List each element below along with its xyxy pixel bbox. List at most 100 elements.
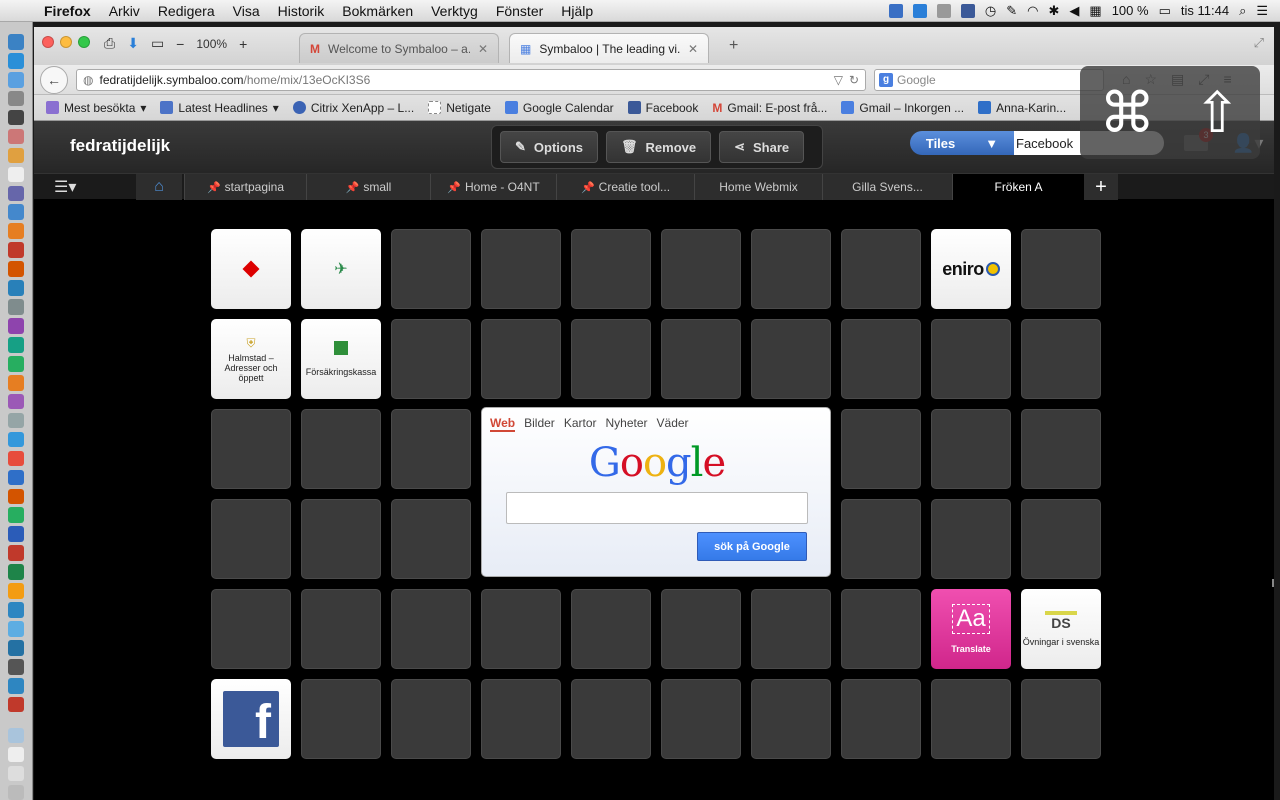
dock-app-icon[interactable] — [8, 469, 24, 486]
zoom-level[interactable]: 100% — [196, 37, 227, 51]
dock-app-icon[interactable] — [8, 223, 24, 240]
skype-icon[interactable] — [8, 677, 24, 694]
empty-tile[interactable] — [931, 679, 1011, 759]
spotlight-icon[interactable]: ⌕ — [1239, 3, 1246, 19]
browser-tab-symbaloo[interactable]: ▦ Symbaloo | The leading vi... ✕ — [509, 33, 709, 63]
empty-tile[interactable] — [391, 679, 471, 759]
empty-tile[interactable] — [841, 499, 921, 579]
empty-tile[interactable] — [931, 499, 1011, 579]
empty-tile[interactable] — [1021, 319, 1101, 399]
url-bar[interactable]: ◍ fedratijdelijk.symbaloo.com/home/mix/1… — [76, 68, 866, 91]
remove-button[interactable]: 🗑 Remove — [606, 131, 712, 163]
finder-icon[interactable] — [8, 34, 24, 50]
bookmark-item[interactable]: Anna-Karin... — [978, 101, 1066, 115]
share-button[interactable]: ⋖ Share — [719, 131, 805, 163]
dock-app-icon[interactable] — [8, 299, 24, 315]
dock-app-icon[interactable] — [8, 185, 24, 202]
empty-tile[interactable] — [751, 229, 831, 309]
acrobat-icon[interactable] — [8, 696, 24, 713]
dock-app-icon[interactable] — [8, 204, 24, 221]
dock-app-icon[interactable] — [8, 355, 24, 372]
tile-crown-heart[interactable] — [211, 229, 291, 309]
bookmark-item[interactable]: Google Calendar — [504, 101, 614, 115]
empty-tile[interactable] — [661, 319, 741, 399]
print-icon[interactable]: ⎙ — [104, 35, 115, 52]
empty-tile[interactable] — [391, 229, 471, 309]
empty-tile[interactable] — [571, 319, 651, 399]
menu-fonster[interactable]: Fönster — [487, 3, 552, 19]
google-tab-web[interactable]: Web — [490, 416, 516, 432]
empty-tile[interactable] — [751, 589, 831, 669]
dock-app-icon[interactable] — [8, 90, 24, 107]
back-button[interactable]: ← — [40, 65, 68, 94]
menu-arkiv[interactable]: Arkiv — [100, 3, 149, 19]
dock-app-icon[interactable] — [8, 318, 24, 334]
tile-facebook[interactable]: f — [211, 679, 291, 759]
firefox-icon[interactable] — [8, 450, 24, 467]
empty-tile[interactable] — [841, 679, 921, 759]
safari-icon[interactable] — [8, 71, 24, 88]
empty-tile[interactable] — [391, 319, 471, 399]
empty-tile[interactable] — [481, 679, 561, 759]
dock-app-icon[interactable] — [8, 602, 24, 618]
browser-tab-welcome[interactable]: M Welcome to Symbaloo – a... ✕ — [299, 33, 499, 63]
add-tab-button[interactable]: + — [1084, 174, 1118, 200]
dock-app-icon[interactable] — [8, 583, 24, 599]
empty-tile[interactable] — [931, 319, 1011, 399]
word-icon[interactable] — [8, 526, 24, 543]
empty-tile[interactable] — [301, 679, 381, 759]
empty-tile[interactable] — [1021, 679, 1101, 759]
tools-icon[interactable]: ✎ — [1006, 3, 1017, 19]
empty-tile[interactable] — [841, 589, 921, 669]
tile-eniro[interactable]: eniro — [931, 229, 1011, 309]
empty-tile[interactable] — [391, 409, 471, 489]
tiles-selector[interactable]: Tiles ▼ — [910, 131, 1014, 155]
empty-tile[interactable] — [301, 409, 381, 489]
document-icon[interactable] — [8, 765, 24, 782]
spotify-icon[interactable] — [8, 507, 24, 524]
battery-percent[interactable]: 100 % — [1112, 3, 1149, 18]
google-search-button[interactable]: sök på Google — [697, 532, 807, 561]
volume-icon[interactable]: ◀ — [1069, 3, 1079, 19]
clock[interactable]: tis 11:44 — [1181, 3, 1229, 18]
empty-tile[interactable] — [481, 319, 561, 399]
status-app-icon[interactable] — [888, 3, 903, 18]
empty-tile[interactable] — [211, 409, 291, 489]
dock-app-icon[interactable] — [8, 147, 24, 164]
bookmark-item[interactable]: Netigate — [428, 101, 491, 115]
google-search-icon[interactable]: g — [879, 72, 893, 87]
tile-halmstad[interactable]: ⛨ Halmstad – Adresser och öppett — [211, 319, 291, 399]
download-icon[interactable]: ⬇ — [127, 35, 139, 52]
webmix-tab-active[interactable]: Fröken A — [952, 174, 1084, 200]
new-tab-icon[interactable]: + — [729, 37, 738, 55]
time-machine-icon[interactable]: ◷ — [985, 3, 996, 19]
empty-tile[interactable] — [481, 229, 561, 309]
tile-bird[interactable]: ✈ — [301, 229, 381, 309]
webmix-tab[interactable]: Gilla Svens... — [822, 174, 952, 200]
menu-hjalp[interactable]: Hjälp — [552, 3, 602, 19]
empty-tile[interactable] — [751, 319, 831, 399]
zoom-out-icon[interactable]: − — [176, 36, 184, 52]
empty-tile[interactable] — [931, 409, 1011, 489]
empty-tile[interactable] — [661, 589, 741, 669]
dock-app-icon[interactable] — [8, 431, 24, 448]
empty-tile[interactable] — [751, 679, 831, 759]
webmix-tab[interactable]: Home Webmix — [694, 174, 822, 200]
bookmark-item[interactable]: Mest besökta ▾ — [46, 101, 146, 115]
empty-tile[interactable] — [301, 589, 381, 669]
dock-app-icon[interactable] — [8, 261, 24, 277]
close-window-button[interactable] — [42, 36, 54, 48]
reload-icon[interactable]: ↻ — [849, 73, 859, 87]
dropbox-icon[interactable] — [912, 3, 927, 18]
document-icon[interactable] — [8, 746, 24, 763]
dock-app-icon[interactable] — [8, 242, 24, 258]
minimize-window-button[interactable] — [60, 36, 72, 48]
dock-app-icon[interactable] — [8, 128, 24, 145]
menu-historik[interactable]: Historik — [269, 3, 334, 19]
google-tab-bilder[interactable]: Bilder — [524, 416, 555, 432]
empty-tile[interactable] — [571, 679, 651, 759]
empty-tile[interactable] — [661, 679, 741, 759]
keyboard-icon[interactable]: ▦ — [1089, 3, 1101, 19]
notifications-icon[interactable]: ☰ — [1256, 3, 1268, 19]
home-tab[interactable]: ⌂ — [136, 174, 182, 200]
